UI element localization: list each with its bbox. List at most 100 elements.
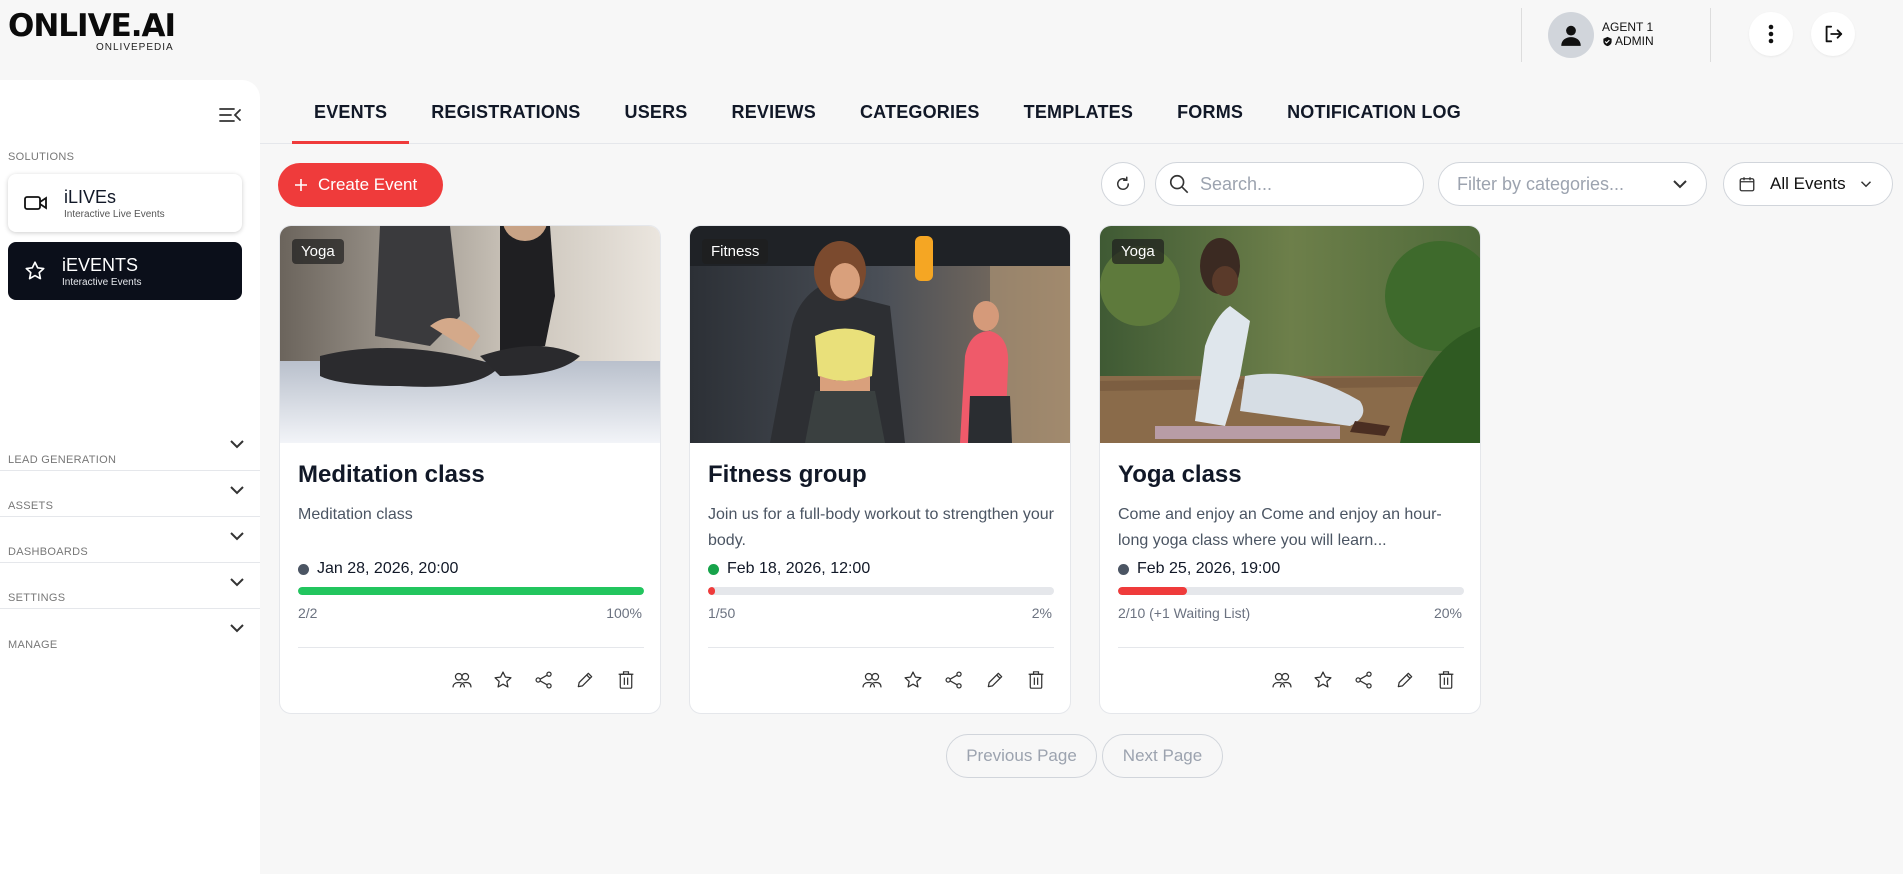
- search-field[interactable]: [1155, 162, 1424, 206]
- share-button[interactable]: [942, 668, 966, 692]
- logout-icon: [1825, 25, 1843, 43]
- share-icon: [945, 671, 962, 689]
- tab-users[interactable]: USERS: [603, 80, 710, 144]
- event-card[interactable]: Fitness Fitness group Join us for a full…: [689, 225, 1071, 714]
- sidebar-item-label: MANAGE: [8, 639, 58, 651]
- solution-ievents[interactable]: iEVENTS Interactive Events: [8, 242, 242, 300]
- favorite-button[interactable]: [1311, 668, 1335, 692]
- card-divider: [298, 647, 644, 648]
- chevron-down-icon: [230, 532, 244, 541]
- solution-ilives[interactable]: iLIVEs Interactive Live Events: [8, 174, 242, 232]
- edit-button[interactable]: [573, 668, 597, 692]
- category-filter-dropdown[interactable]: Filter by categories...: [1438, 162, 1707, 206]
- tab-notification-log[interactable]: NOTIFICATION LOG: [1265, 80, 1483, 144]
- users-icon: [862, 672, 882, 688]
- brand-name: ONLIVE.AI: [8, 8, 176, 44]
- capacity-progress-fill: [708, 587, 715, 595]
- logout-button[interactable]: [1811, 12, 1855, 56]
- registrations-count: 1/50: [708, 605, 736, 621]
- create-event-button[interactable]: Create Event: [278, 163, 443, 207]
- refresh-button[interactable]: [1101, 162, 1145, 206]
- card-actions: [1270, 668, 1458, 692]
- event-card[interactable]: Yoga Yoga class Come and enjoy an Come a…: [1099, 225, 1481, 714]
- brand-logo[interactable]: ONLIVE.AI ONLIVEPEDIA: [8, 8, 176, 53]
- category-badge: Yoga: [1112, 239, 1164, 264]
- delete-button[interactable]: [1024, 668, 1048, 692]
- card-divider: [708, 647, 1054, 648]
- trash-icon: [1438, 671, 1454, 689]
- event-description: Join us for a full-body workout to stren…: [708, 506, 1054, 549]
- sidebar-item-lead-generation[interactable]: LEAD GENERATION: [0, 425, 260, 471]
- refresh-icon: [1117, 176, 1129, 190]
- header-divider: [1710, 8, 1711, 62]
- user-icon: [1561, 25, 1581, 46]
- card-divider: [1118, 647, 1464, 648]
- capacity-progress-fill: [298, 587, 644, 595]
- search-icon: [1169, 174, 1189, 194]
- tab-reviews[interactable]: REVIEWS: [710, 80, 838, 144]
- tab-registrations[interactable]: REGISTRATIONS: [409, 80, 602, 144]
- user-avatar[interactable]: [1548, 12, 1594, 58]
- users-icon: [1272, 672, 1292, 688]
- status-dot: [298, 563, 309, 575]
- status-dot: [1118, 563, 1129, 575]
- event-description: Come and enjoy an Come and enjoy an hour…: [1118, 506, 1442, 549]
- search-input[interactable]: [1200, 173, 1400, 195]
- chevron-down-icon: [230, 486, 244, 495]
- collapse-sidebar-button[interactable]: [218, 106, 242, 129]
- user-name: AGENT 1: [1602, 20, 1654, 34]
- star-icon: [25, 261, 45, 280]
- pencil-icon: [1397, 672, 1413, 688]
- favorite-button[interactable]: [901, 668, 925, 692]
- sidebar-item-manage[interactable]: MANAGE: [0, 609, 260, 655]
- shield-check-icon: [1603, 36, 1612, 46]
- status-dot: [708, 563, 719, 575]
- edit-button[interactable]: [1393, 668, 1417, 692]
- share-button[interactable]: [532, 668, 556, 692]
- card-actions: [860, 668, 1048, 692]
- star-icon: [904, 671, 922, 688]
- star-icon: [1314, 671, 1332, 688]
- menu-collapse-icon: [219, 108, 241, 122]
- event-title: Yoga class: [1118, 461, 1242, 488]
- sidebar-item-settings[interactable]: SETTINGS: [0, 563, 260, 609]
- solution-subtitle: Interactive Live Events: [64, 208, 165, 220]
- category-badge: Fitness: [702, 239, 769, 264]
- events-scope-select[interactable]: All Events: [1723, 162, 1893, 206]
- capacity-percent: 2%: [1031, 605, 1052, 621]
- event-date-row: Jan 28, 2026, 20:00: [298, 560, 458, 578]
- tab-bar: EVENTS REGISTRATIONS USERS REVIEWS CATEG…: [292, 80, 1483, 144]
- event-date: Jan 28, 2026, 20:00: [317, 560, 459, 577]
- solution-title: iEVENTS: [62, 254, 139, 275]
- tab-templates[interactable]: TEMPLATES: [1002, 80, 1155, 144]
- delete-button[interactable]: [614, 668, 638, 692]
- tab-events[interactable]: EVENTS: [292, 80, 410, 144]
- edit-button[interactable]: [983, 668, 1007, 692]
- favorite-button[interactable]: [491, 668, 515, 692]
- category-filter-placeholder: Filter by categories...: [1457, 173, 1625, 194]
- event-title: Fitness group: [708, 461, 867, 488]
- delete-button[interactable]: [1434, 668, 1458, 692]
- sidebar-item-dashboards[interactable]: DASHBOARDS: [0, 517, 260, 563]
- tab-categories[interactable]: CATEGORIES: [838, 80, 1002, 144]
- tab-forms[interactable]: FORMS: [1155, 80, 1265, 144]
- event-card[interactable]: Yoga Meditation class Meditation class J…: [279, 225, 661, 714]
- share-icon: [1355, 671, 1372, 689]
- more-options-button[interactable]: [1749, 12, 1793, 56]
- next-page-button[interactable]: Next Page: [1102, 734, 1223, 778]
- chevron-down-icon: [230, 440, 244, 449]
- sidebar-item-assets[interactable]: ASSETS: [0, 471, 260, 517]
- share-button[interactable]: [1352, 668, 1376, 692]
- sidebar-item-label: LEAD GENERATION: [8, 454, 117, 466]
- attendees-button[interactable]: [1270, 668, 1294, 692]
- solution-subtitle: Interactive Events: [62, 276, 142, 288]
- trash-icon: [1028, 671, 1044, 689]
- capacity-progress-bar: [1118, 587, 1464, 595]
- chevron-down-icon: [230, 624, 244, 633]
- attendees-button[interactable]: [860, 668, 884, 692]
- user-role: ADMIN: [1602, 34, 1654, 48]
- event-date-row: Feb 18, 2026, 12:00: [708, 560, 870, 578]
- attendees-button[interactable]: [450, 668, 474, 692]
- plus-icon: [295, 179, 307, 191]
- previous-page-button[interactable]: Previous Page: [946, 734, 1097, 778]
